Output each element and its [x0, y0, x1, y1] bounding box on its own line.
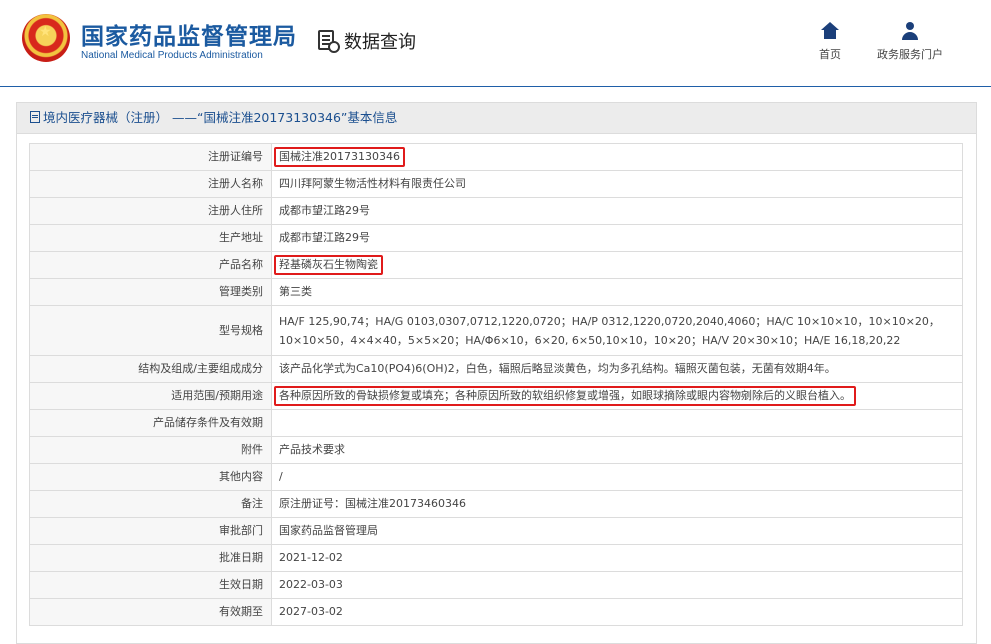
row-value: 国家药品监督管理局 [271, 517, 963, 545]
row-label: 其他内容 [29, 463, 272, 491]
row-value: 该产品化学式为Ca10(PO4)6(OH)2，白色，辐照后略显淡黄色，均为多孔结… [271, 355, 963, 383]
table-row: 生效日期 2022-03-03 [29, 571, 963, 599]
table-row: 其他内容 / [29, 463, 963, 491]
row-value: 原注册证号：国械注准20173460346 [271, 490, 963, 518]
row-label: 结构及组成/主要组成成分 [29, 355, 272, 383]
table-row: 审批部门 国家药品监督管理局 [29, 517, 963, 545]
row-value: / [271, 463, 963, 491]
table-row: 附件 产品技术要求 [29, 436, 963, 464]
table-row: 注册证编号 国械注准20173130346 [29, 143, 963, 171]
nav-home-label: 首页 [819, 48, 841, 61]
table-row: 产品名称 羟基磷灰石生物陶瓷 [29, 251, 963, 279]
row-label: 审批部门 [29, 517, 272, 545]
row-label: 注册人住所 [29, 197, 272, 225]
row-label: 有效期至 [29, 598, 272, 626]
row-value: 2022-03-03 [271, 571, 963, 599]
row-label: 备注 [29, 490, 272, 518]
highlighted-value: 羟基磷灰石生物陶瓷 [274, 255, 383, 275]
row-value: 成都市望江路29号 [271, 224, 963, 252]
panel-title: 境内医疗器械（注册） ——“国械注准20173130346”基本信息 [43, 110, 398, 125]
basic-info-panel: 境内医疗器械（注册） ——“国械注准20173130346”基本信息 注册证编号… [16, 102, 977, 644]
row-label: 注册人名称 [29, 170, 272, 198]
brand-name-en: National Medical Products Administration [81, 50, 263, 61]
table-row: 注册人住所 成都市望江路29号 [29, 197, 963, 225]
site-header: ★ 国家药品监督管理局 National Medical Products Ad… [0, 0, 991, 87]
data-query-label: 数据查询 [344, 32, 416, 53]
document-search-icon [318, 30, 340, 53]
table-row: 批准日期 2021-12-02 [29, 544, 963, 572]
row-label: 生产地址 [29, 224, 272, 252]
row-label: 型号规格 [29, 305, 272, 356]
table-row: 注册人名称 四川拜阿蒙生物活性材料有限责任公司 [29, 170, 963, 198]
table-row: 型号规格 HA/F 125,90,74；HA/G 0103,0307,0712,… [29, 305, 963, 356]
row-label: 附件 [29, 436, 272, 464]
table-row: 结构及组成/主要组成成分 该产品化学式为Ca10(PO4)6(OH)2，白色，辐… [29, 355, 963, 383]
document-icon [30, 111, 40, 123]
table-row: 适用范围/预期用途 各种原因所致的骨缺损修复或填充；各种原因所致的软组织修复或增… [29, 382, 963, 410]
row-label: 注册证编号 [29, 143, 272, 171]
highlighted-value: 国械注准20173130346 [274, 147, 405, 167]
highlighted-value: 各种原因所致的骨缺损修复或填充；各种原因所致的软组织修复或增强，如眼球摘除或眼内… [274, 386, 856, 406]
row-value: HA/F 125,90,74；HA/G 0103,0307,0712,1220,… [271, 305, 963, 356]
national-emblem-logo: ★ [22, 14, 70, 62]
row-value: 产品技术要求 [271, 436, 963, 464]
row-value: 四川拜阿蒙生物活性材料有限责任公司 [271, 170, 963, 198]
nav-portal-label: 政务服务门户 [877, 48, 943, 61]
row-value-cell: 各种原因所致的骨缺损修复或填充；各种原因所致的软组织修复或增强，如眼球摘除或眼内… [271, 382, 963, 410]
table-row: 生产地址 成都市望江路29号 [29, 224, 963, 252]
row-label: 产品名称 [29, 251, 272, 279]
table-row: 管理类别 第三类 [29, 278, 963, 306]
nav-portal-link[interactable]: 政务服务门户 [870, 20, 950, 62]
row-value: 2027-03-02 [271, 598, 963, 626]
row-label: 批准日期 [29, 544, 272, 572]
row-value-cell: 国械注准20173130346 [271, 143, 963, 171]
row-label: 管理类别 [29, 278, 272, 306]
brand-name-cn: 国家药品监督管理局 [81, 24, 297, 50]
table-row: 有效期至 2027-03-02 [29, 598, 963, 626]
row-value: 第三类 [271, 278, 963, 306]
panel-header: 境内医疗器械（注册） ——“国械注准20173130346”基本信息 [17, 103, 976, 134]
home-icon [821, 22, 839, 40]
row-value: 2021-12-02 [271, 544, 963, 572]
row-value [271, 409, 963, 437]
row-label: 适用范围/预期用途 [29, 382, 272, 410]
table-row: 产品储存条件及有效期 [29, 409, 963, 437]
row-label: 产品储存条件及有效期 [29, 409, 272, 437]
row-label: 生效日期 [29, 571, 272, 599]
user-icon [901, 22, 919, 40]
table-row: 备注 原注册证号：国械注准20173460346 [29, 490, 963, 518]
nav-home-link[interactable]: 首页 [812, 20, 848, 62]
info-table: 注册证编号 国械注准20173130346 注册人名称 四川拜阿蒙生物活性材料有… [29, 143, 963, 626]
row-value: 成都市望江路29号 [271, 197, 963, 225]
row-value-cell: 羟基磷灰石生物陶瓷 [271, 251, 963, 279]
